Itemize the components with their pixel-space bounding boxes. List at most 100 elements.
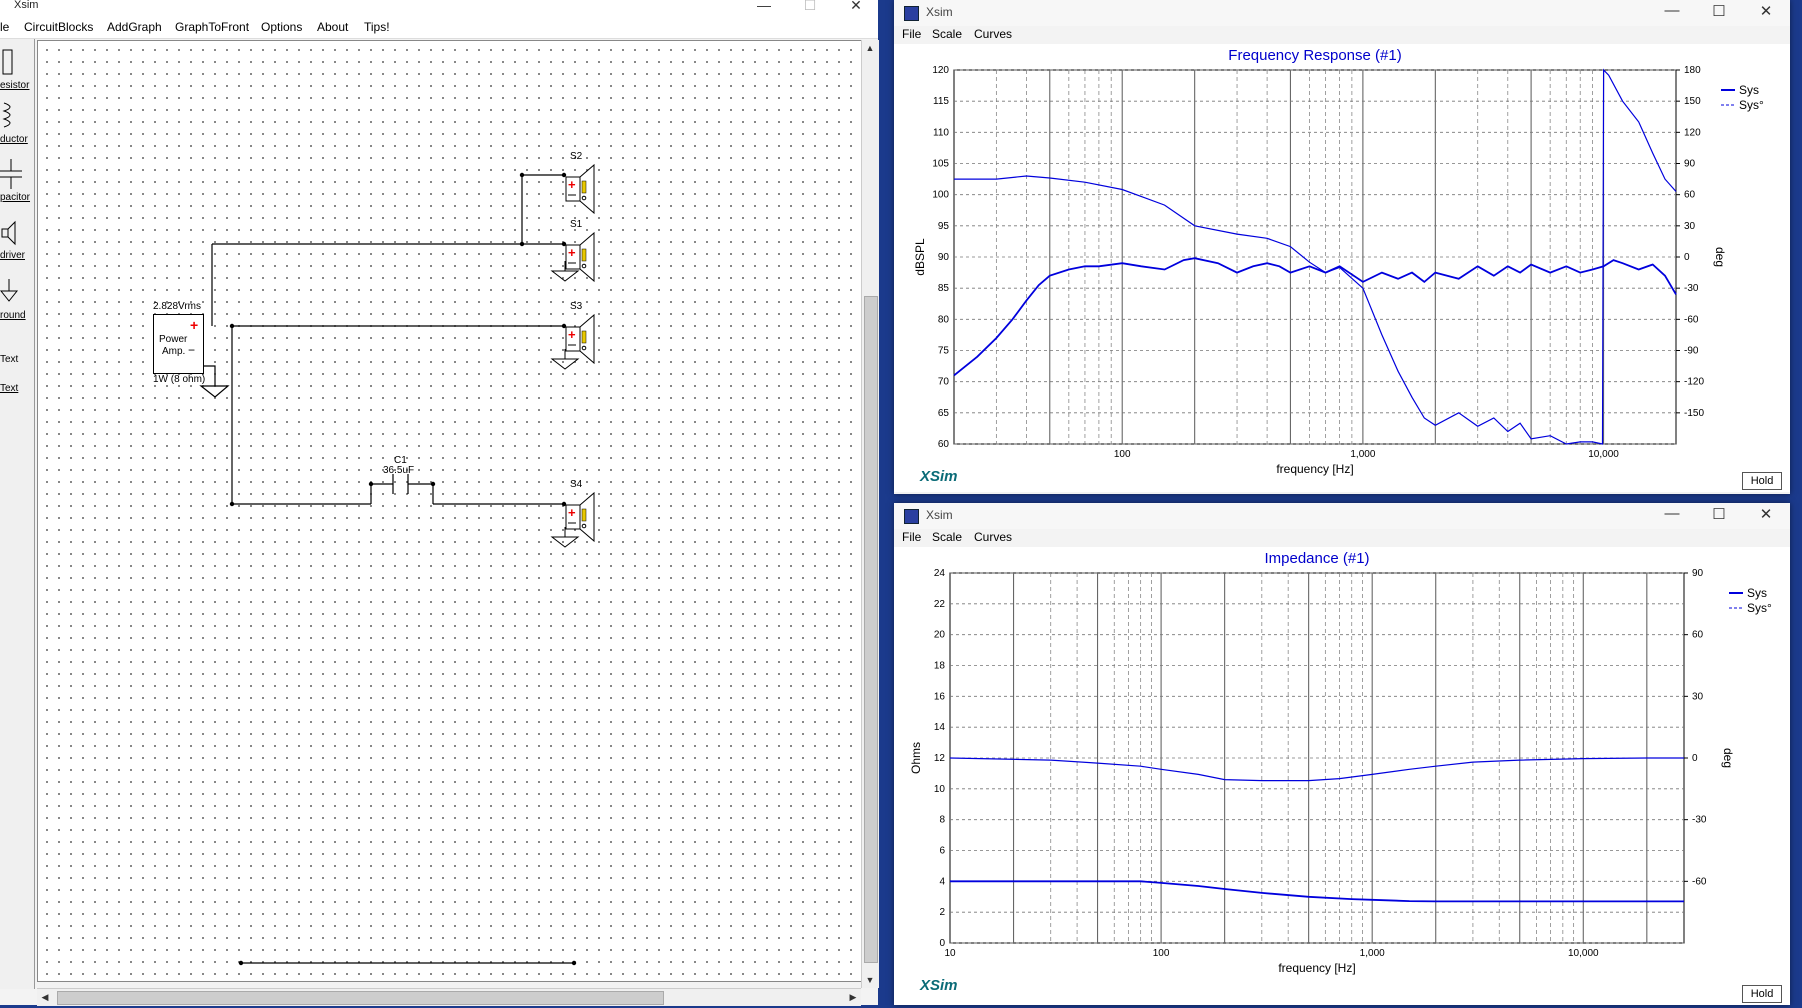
y2-tick-label: -90: [1684, 346, 1699, 357]
xsim-logo: XSim: [920, 468, 958, 485]
palette-driver[interactable]: driver: [0, 219, 34, 261]
menu-options[interactable]: Options: [261, 20, 302, 34]
svg-text:+: +: [568, 327, 576, 342]
hold-button[interactable]: Hold: [1742, 472, 1782, 490]
y2-tick-label: -30: [1692, 815, 1707, 826]
menu-file[interactable]: File: [902, 530, 921, 544]
amp-voltage: 2.828Vrms: [153, 301, 201, 312]
capacitor-icon: [0, 159, 22, 189]
menu-about[interactable]: About: [317, 20, 348, 34]
app-icon: [904, 6, 919, 21]
y-tick-label: 2: [939, 907, 945, 918]
x-tick-label: 10,000: [1588, 449, 1619, 460]
palette-label: driver: [0, 250, 26, 261]
title-bar: Xsim — ☐ ✕: [894, 0, 1790, 26]
y-tick-label: 100: [932, 190, 949, 201]
amp-body: + Power Amp. −: [153, 314, 204, 374]
minimize-button[interactable]: —: [1660, 505, 1684, 522]
x-axis-label: frequency [Hz]: [1276, 462, 1353, 476]
menu-scale[interactable]: Scale: [932, 27, 962, 41]
scroll-right-icon[interactable]: ▶: [845, 989, 861, 1005]
title-bar: Xsim — ☐ ✕: [0, 0, 878, 16]
menu-curves[interactable]: Curves: [974, 530, 1012, 544]
menu-file[interactable]: le: [0, 20, 9, 34]
minimize-button[interactable]: —: [754, 0, 774, 13]
xsim-logo: XSim: [920, 977, 958, 994]
y2-tick-label: 90: [1692, 568, 1704, 579]
y2-tick-label: 60: [1692, 630, 1704, 641]
hold-button[interactable]: Hold: [1742, 985, 1782, 1003]
component-palette: esistor ductor pacitor driver round Text…: [0, 39, 35, 989]
menu-bar: File Scale Curves: [894, 27, 1790, 45]
y-tick-label: 95: [938, 221, 950, 232]
y-tick-label: 80: [938, 314, 950, 325]
impedance-window: Xsim — ☐ ✕ File Scale Curves 24 22 20 18 16 1…: [894, 503, 1790, 1005]
y2-tick-label: 0: [1684, 252, 1690, 263]
minus-icon: −: [188, 343, 196, 357]
y2-tick-label: 90: [1684, 159, 1696, 170]
scroll-thumb[interactable]: [864, 296, 878, 963]
speaker-icon: +: [565, 163, 595, 215]
ground-icon: [550, 527, 580, 548]
palette-label: ductor: [0, 134, 28, 145]
frequency-response-chart: 120 115 110 105 100 95 90 85 80 75 70 65 60 180 150 120…: [913, 47, 1764, 476]
menu-curves[interactable]: Curves: [974, 27, 1012, 41]
menu-scale[interactable]: Scale: [932, 530, 962, 544]
menu-file[interactable]: File: [902, 27, 921, 41]
palette-resistor[interactable]: esistor: [0, 47, 34, 91]
y-axis-label: Ohms: [909, 742, 923, 774]
palette-text-link[interactable]: Text: [0, 383, 34, 394]
horizontal-scrollbar[interactable]: ◀ ▶: [37, 988, 861, 1006]
maximize-button[interactable]: ☐: [1707, 2, 1731, 20]
close-button[interactable]: ✕: [1754, 2, 1778, 20]
y-tick-label: 70: [938, 377, 950, 388]
maximize-button[interactable]: ☐: [1707, 505, 1731, 523]
palette-text[interactable]: Text: [0, 354, 34, 365]
ground-icon: [550, 261, 580, 282]
x-tick-label: 10: [944, 948, 956, 959]
plot-area[interactable]: 24 22 20 18 16 14 12 10 8 6 4 2 0 90 60 30 0 -30 -60 10 100 1…: [894, 547, 1790, 1005]
menu-circuitblocks[interactable]: CircuitBlocks: [24, 20, 93, 34]
power-amp[interactable]: 2.828Vrms + Power Amp. − 1W (8 ohm): [153, 301, 243, 396]
inductor-icon: [2, 102, 11, 128]
y-tick-label: 90: [938, 252, 950, 263]
y2-tick-label: 30: [1684, 221, 1696, 232]
menu-bar: File Scale Curves: [894, 530, 1790, 548]
scroll-down-icon[interactable]: ▼: [862, 972, 878, 988]
maximize-button[interactable]: ☐: [800, 0, 820, 14]
menu-tips[interactable]: Tips!: [364, 20, 390, 34]
y-tick-label: 8: [939, 815, 945, 826]
y-tick-label: 24: [934, 568, 946, 579]
plot-area[interactable]: 120 115 110 105 100 95 90 85 80 75 70 65 60 180 150 120…: [894, 44, 1790, 492]
legend-entry: Sys: [1747, 586, 1767, 600]
scroll-left-icon[interactable]: ◀: [37, 989, 53, 1005]
palette-inductor[interactable]: ductor: [0, 101, 34, 145]
close-button[interactable]: ✕: [846, 0, 866, 14]
palette-ground[interactable]: round: [0, 279, 34, 321]
y-tick-label: 120: [932, 65, 949, 76]
scroll-up-icon[interactable]: ▲: [862, 40, 878, 56]
window-title: Xsim: [926, 5, 953, 19]
vertical-scrollbar[interactable]: ▲ ▼: [861, 40, 879, 988]
y-tick-label: 10: [934, 784, 946, 795]
y-tick-label: 60: [938, 439, 950, 450]
resistor-icon: [2, 49, 13, 75]
chart-title: Impedance (#1): [1264, 550, 1369, 567]
y2-tick-label: 120: [1684, 127, 1701, 138]
chart-title: Frequency Response (#1): [1228, 47, 1401, 64]
scroll-thumb[interactable]: [57, 991, 664, 1005]
menu-bar: le CircuitBlocks AddGraph GraphToFront O…: [0, 16, 878, 39]
menu-addgraph[interactable]: AddGraph: [107, 20, 162, 34]
y2-axis-label: deg: [1721, 748, 1735, 768]
y-tick-label: 105: [932, 159, 949, 170]
svg-text:+: +: [568, 505, 576, 520]
y-tick-label: 20: [934, 630, 946, 641]
schematic-canvas[interactable]: S2 + S1 + S3 + S4 + 2.828Vrms + Power Am…: [37, 40, 863, 982]
minimize-button[interactable]: —: [1660, 2, 1684, 19]
palette-capacitor[interactable]: pacitor: [0, 159, 34, 203]
close-button[interactable]: ✕: [1754, 505, 1778, 523]
menu-graphtofront[interactable]: GraphToFront: [175, 20, 249, 34]
amp-label: Amp.: [162, 346, 186, 357]
y2-tick-label: -60: [1684, 314, 1699, 325]
x-tick-label: 100: [1153, 948, 1170, 959]
